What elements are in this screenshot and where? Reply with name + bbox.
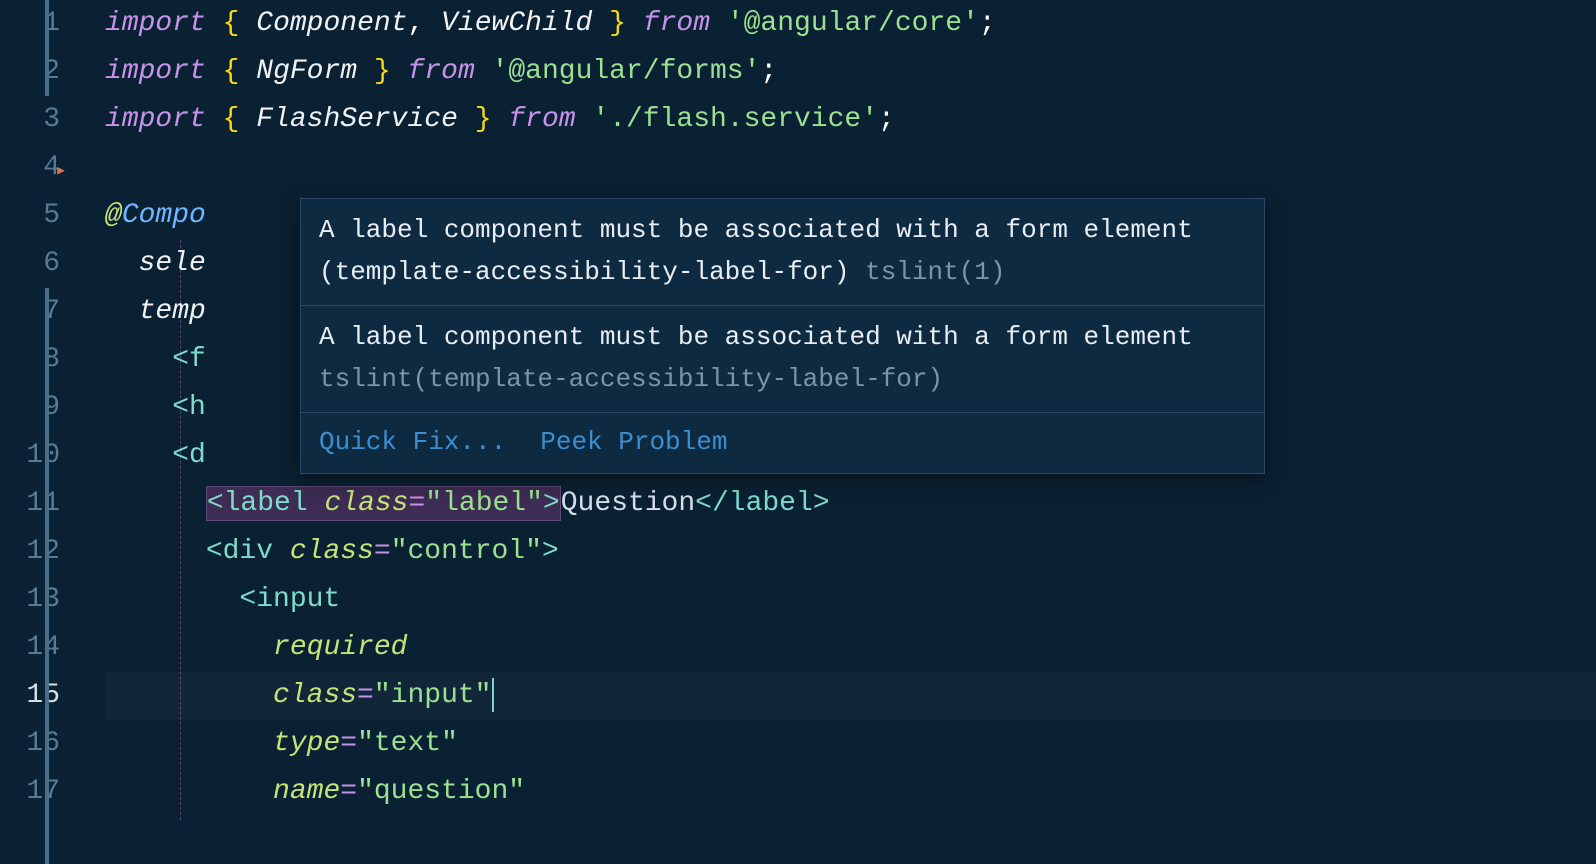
text-cursor bbox=[492, 678, 494, 712]
line-number: 7 bbox=[0, 288, 60, 336]
code-line[interactable]: class="input" bbox=[105, 672, 1596, 720]
code-line[interactable]: <input bbox=[105, 576, 1596, 624]
line-number: 14 bbox=[0, 624, 60, 672]
hover-actions-row: Quick Fix... Peek Problem bbox=[301, 412, 1264, 473]
line-number: 2 bbox=[0, 48, 60, 96]
code-line[interactable]: import { NgForm } from '@angular/forms'; bbox=[105, 48, 1596, 96]
line-number: 17 bbox=[0, 768, 60, 816]
hover-source: tslint(template-accessibility-label-for) bbox=[319, 364, 943, 394]
code-line[interactable]: <label class="label">Question</label> bbox=[105, 480, 1596, 528]
code-editor[interactable]: 1 2 3 4 5 6 7 8 9 10 11 12 13 14 15 16 1… bbox=[0, 0, 1596, 864]
line-number: 4 bbox=[0, 144, 60, 192]
line-number: 16 bbox=[0, 720, 60, 768]
modified-indicator bbox=[45, 288, 49, 864]
hover-message: A label component must be associated wit… bbox=[301, 305, 1264, 412]
line-number: 3 bbox=[0, 96, 60, 144]
hover-problem-widget: A label component must be associated wit… bbox=[300, 198, 1265, 474]
modified-indicator bbox=[45, 0, 49, 96]
line-number: 5 bbox=[0, 192, 60, 240]
code-line[interactable]: name="question" bbox=[105, 768, 1596, 816]
fold-arrow-icon[interactable]: ▸ bbox=[55, 148, 67, 196]
code-line[interactable]: import { Component, ViewChild } from '@a… bbox=[105, 0, 1596, 48]
line-number-gutter: 1 2 3 4 5 6 7 8 9 10 11 12 13 14 15 16 1… bbox=[0, 0, 75, 864]
code-line[interactable]: type="text" bbox=[105, 720, 1596, 768]
code-line[interactable] bbox=[105, 144, 1596, 192]
code-line[interactable]: required bbox=[105, 624, 1596, 672]
hover-message: A label component must be associated wit… bbox=[301, 199, 1264, 305]
peek-problem-link[interactable]: Peek Problem bbox=[540, 421, 727, 463]
hover-source: tslint(1) bbox=[865, 257, 1005, 287]
line-number: 8 bbox=[0, 336, 60, 384]
quick-fix-link[interactable]: Quick Fix... bbox=[319, 421, 506, 463]
line-number: 10 bbox=[0, 432, 60, 480]
code-content[interactable]: import { Component, ViewChild } from '@a… bbox=[75, 0, 1596, 864]
line-number: 6 bbox=[0, 240, 60, 288]
line-number: 13 bbox=[0, 576, 60, 624]
code-line[interactable]: <div class="control"> bbox=[105, 528, 1596, 576]
hover-text: A label component must be associated wit… bbox=[319, 215, 1193, 287]
line-number: 1 bbox=[0, 0, 60, 48]
line-number: 12 bbox=[0, 528, 60, 576]
line-number: 9 bbox=[0, 384, 60, 432]
code-line[interactable]: import { FlashService } from './flash.se… bbox=[105, 96, 1596, 144]
line-number: 11 bbox=[0, 480, 60, 528]
lint-warning-span[interactable]: <label class="label"> bbox=[206, 486, 561, 521]
hover-text: A label component must be associated wit… bbox=[319, 322, 1193, 352]
line-number: 15 bbox=[0, 672, 60, 720]
